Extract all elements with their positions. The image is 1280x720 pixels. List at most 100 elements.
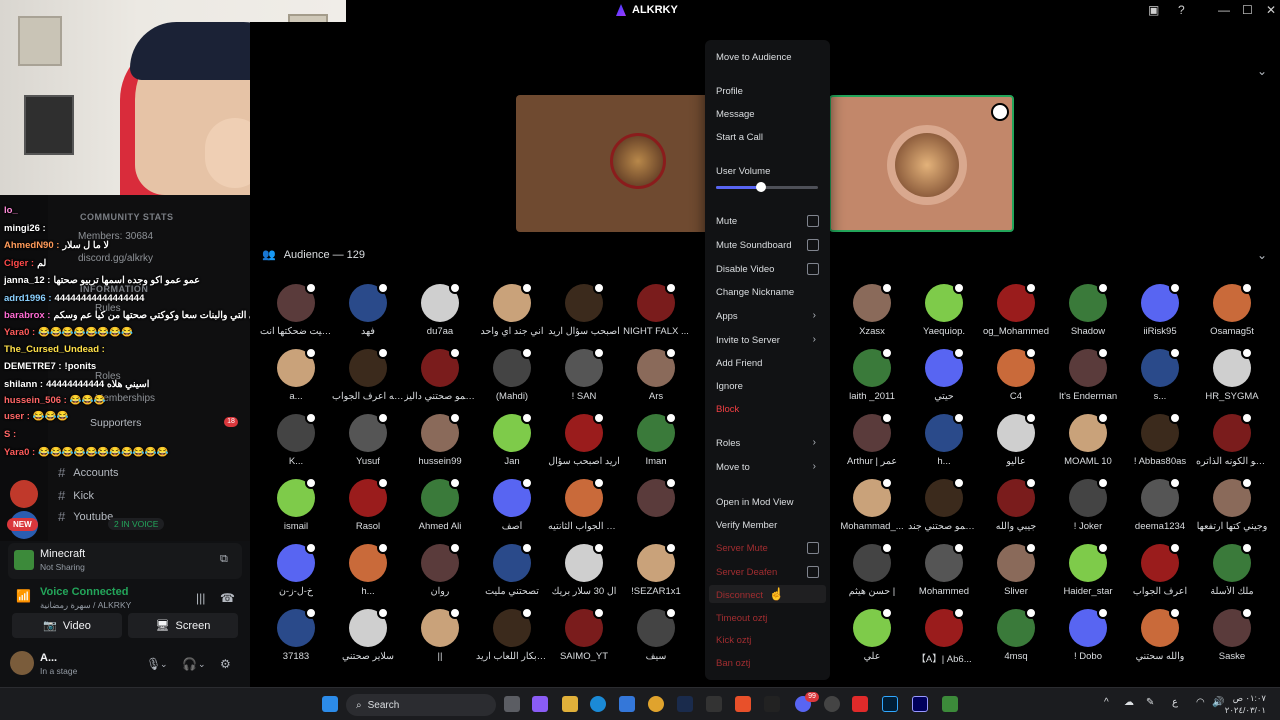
minecraft-icon[interactable] [942, 696, 958, 712]
menu-apps[interactable]: Apps [716, 311, 738, 322]
menu-mute[interactable]: Mute [716, 216, 737, 227]
menu-add-friend[interactable]: Add Friend [716, 358, 762, 369]
audience-member[interactable]: سلاير صحتني [332, 605, 404, 669]
menu-ignore[interactable]: Ignore [716, 381, 743, 392]
chrome-icon[interactable] [648, 696, 664, 712]
settings-icon[interactable] [706, 696, 722, 712]
menu-timeout[interactable]: Timeout oztj [716, 613, 767, 624]
audience-member[interactable]: K... [260, 410, 332, 474]
audience-member[interactable]: Haider_star [1052, 540, 1124, 604]
noise-suppression-icon[interactable]: ||| [196, 591, 205, 605]
audience-member[interactable]: آصف [476, 475, 548, 539]
audience-member[interactable]: عف الجواب الثانتيه [548, 475, 620, 539]
menu-move-to[interactable]: Move to [716, 462, 750, 473]
maximize-icon[interactable]: ☐ [1242, 3, 1253, 17]
audience-member[interactable]: روان [404, 540, 476, 604]
audience-member[interactable]: ! Joker [1052, 475, 1124, 539]
channel-memberships[interactable]: Memberships [95, 393, 155, 404]
obs-icon[interactable] [824, 696, 840, 712]
audience-member[interactable]: Jan [476, 410, 548, 474]
audience-member[interactable]: عمو صحتني داليز ! [404, 345, 476, 409]
menu-move-to-audience[interactable]: Move to Audience [716, 52, 792, 63]
audience-member[interactable]: 4msq [980, 605, 1052, 669]
language-indicator[interactable]: ع [1172, 697, 1178, 708]
channel-accounts[interactable]: # Accounts [58, 465, 118, 480]
audience-member[interactable]: Mohammad_... [836, 475, 908, 539]
audience-member[interactable]: og_Mohammed [980, 280, 1052, 344]
audience-member[interactable]: وجيني كتها ارتفعها [1196, 475, 1268, 539]
audience-member[interactable]: (Mahdi) [476, 345, 548, 409]
menu-verify-member[interactable]: Verify Member [716, 520, 777, 531]
audience-member[interactable]: عمو صحتني جند Ars [908, 475, 980, 539]
audience-member[interactable]: ! Dobo [1052, 605, 1124, 669]
category-header[interactable]: COMMUNITY STATS [80, 212, 174, 222]
speaker-tile[interactable] [829, 95, 1014, 232]
category-header[interactable]: INFORMATION [80, 284, 148, 294]
audience-member[interactable]: 37183 [260, 605, 332, 669]
disable-video-checkbox[interactable] [807, 263, 819, 275]
pen-icon[interactable]: ✎ [1146, 697, 1154, 708]
volume-knob[interactable] [755, 182, 766, 192]
audience-member[interactable]: Saske [1196, 605, 1268, 669]
share-screen-icon[interactable]: ⧉ [220, 553, 234, 567]
menu-disable-video[interactable]: Disable Video [716, 264, 774, 275]
audience-member[interactable]: 【A】| Ab6... [908, 605, 980, 669]
audience-member[interactable]: Iman [620, 410, 692, 474]
audience-member[interactable]: جيبي والله [980, 475, 1052, 539]
channel-rules[interactable]: Rules [95, 303, 121, 314]
audience-member[interactable]: Arthur | عمر [836, 410, 908, 474]
photoshop-icon[interactable] [882, 696, 898, 712]
task-view-icon[interactable] [504, 696, 520, 712]
audience-member[interactable]: انا هو الكونه الذاتره [1196, 410, 1268, 474]
chevron-down-icon[interactable]: ⌄ [1257, 64, 1267, 78]
audience-member[interactable]: علي [836, 605, 908, 669]
audience-member[interactable]: اصبحب سؤال اريد [548, 280, 620, 344]
audience-member[interactable]: It's Enderman [1052, 345, 1124, 409]
server-icon[interactable] [10, 480, 38, 508]
menu-mute-soundboard[interactable]: Mute Soundboard [716, 240, 792, 251]
audience-member[interactable]: || [404, 605, 476, 669]
audience-member[interactable]: Yusuf [332, 410, 404, 474]
audience-member[interactable]: اني جند اي واحد [476, 280, 548, 344]
menu-server-mute[interactable]: Server Mute [716, 543, 768, 554]
audience-member[interactable]: SAIMO_YT [548, 605, 620, 669]
inbox-icon[interactable]: ▣ [1148, 3, 1159, 17]
audience-member[interactable]: والله سحتني [1124, 605, 1196, 669]
audience-member[interactable]: ال فابكار اللعاب اريد [476, 605, 548, 669]
audience-member[interactable]: اعرف الجواب [1124, 540, 1196, 604]
audience-member[interactable]: حسن هيثم | [836, 540, 908, 604]
headphones-icon[interactable]: 🎧 [182, 657, 197, 671]
menu-roles[interactable]: Roles [716, 438, 740, 449]
menu-server-deafen[interactable]: Server Deafen [716, 567, 777, 578]
volume-icon[interactable]: 🔊 [1212, 697, 1224, 708]
menu-start-call[interactable]: Start a Call [716, 132, 763, 143]
close-icon[interactable]: ✕ [1266, 3, 1276, 17]
gear-icon[interactable]: ⚙ [220, 657, 231, 671]
audience-member[interactable]: عاليو [980, 410, 1052, 474]
audience-member[interactable]: ال 30 سلار بريك [548, 540, 620, 604]
clock[interactable]: ٠١:٠٧ ص ٢٠٢٤/٠٣/٠١ [1225, 692, 1266, 716]
audience-member[interactable]: ismail [260, 475, 332, 539]
menu-block[interactable]: Block [716, 404, 739, 415]
edge-icon[interactable] [590, 696, 606, 712]
capcut-icon[interactable] [764, 696, 780, 712]
audience-member[interactable]: MOAML 10 [1052, 410, 1124, 474]
chevron-down-icon[interactable]: ⌄ [198, 659, 206, 670]
mute-soundboard-checkbox[interactable] [807, 239, 819, 251]
audience-member[interactable]: a... [260, 345, 332, 409]
audience-member[interactable]: hussein99 [404, 410, 476, 474]
audience-member[interactable]: deema1234 [1124, 475, 1196, 539]
audience-member[interactable]: Rasol [332, 475, 404, 539]
audience-member[interactable]: s... [1124, 345, 1196, 409]
audience-member[interactable]: Sliver [980, 540, 1052, 604]
audience-member[interactable]: سيف [620, 605, 692, 669]
video-button[interactable]: 📷 Video [12, 613, 122, 638]
audience-member[interactable]: ! Abbas80as [1124, 410, 1196, 474]
disconnect-call-icon[interactable]: ☎ [220, 591, 235, 605]
channel-roles[interactable]: Roles [95, 371, 121, 382]
audience-member[interactable] [620, 475, 692, 539]
windows-start-icon[interactable] [322, 696, 338, 712]
audience-member[interactable]: NIGHT FALX ... [620, 280, 692, 344]
menu-kick[interactable]: Kick oztj [716, 635, 751, 646]
audience-member[interactable]: Ars [620, 345, 692, 409]
